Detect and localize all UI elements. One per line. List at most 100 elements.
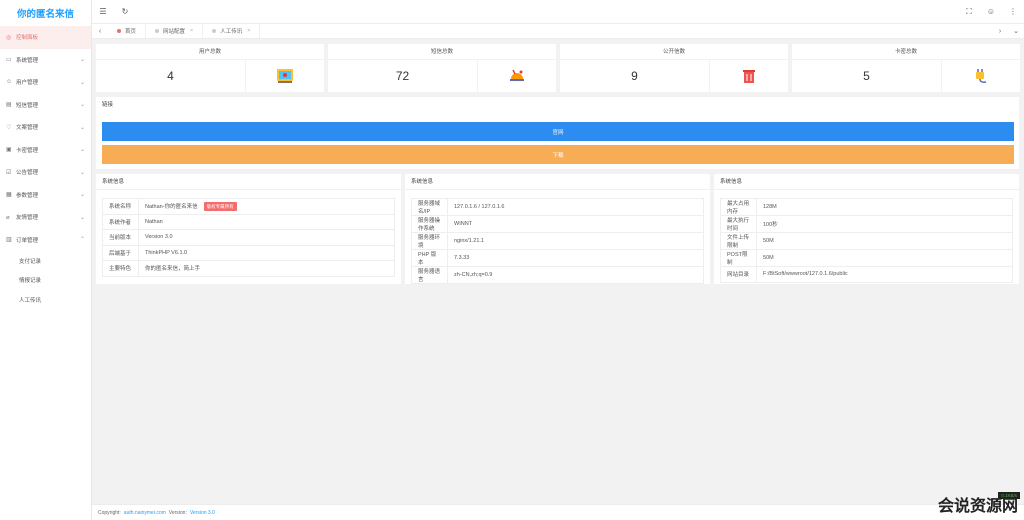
panel-title: 系统信息: [96, 174, 401, 190]
info-value: 127.0.1.6 / 127.0.1.6: [447, 198, 704, 216]
chevron-down-icon: ⌄: [79, 57, 85, 64]
tab-manual[interactable]: 人工传讯 ×: [203, 23, 261, 39]
sidebar-item-label: 参数管理: [16, 192, 39, 199]
panel-title: 链接: [102, 102, 114, 108]
close-icon[interactable]: ×: [190, 28, 193, 34]
info-key: 服务器域名/IP: [411, 198, 448, 216]
sidebar-item-label: 订单管理: [16, 237, 39, 244]
info-value: Nathan: [138, 213, 395, 230]
account-icon[interactable]: ☺: [980, 7, 1002, 16]
info-key: 文件上传限制: [720, 232, 757, 250]
sidebar-item-label: 卡密管理: [16, 147, 39, 154]
info-value: F:/BtSoft/wwwroot/127.0.1.6/public: [756, 266, 1013, 283]
monitor-icon: ▭: [6, 57, 12, 64]
top-bar: ☰ ↻ ⛶ ☺ ⋮: [92, 0, 1024, 24]
heart-icon: ♡: [6, 124, 12, 131]
info-value: 50M: [756, 249, 1013, 267]
table-row: 服务器语言 zh-CN,zh;q=0.9: [411, 266, 704, 284]
fullscreen-icon[interactable]: ⛶: [958, 7, 980, 17]
info-key: 系统名称: [102, 198, 139, 215]
tab-site-config[interactable]: 网站配置 ×: [146, 23, 204, 39]
table-row: 服务器操作系统 WINNT: [411, 215, 704, 233]
chevron-up-icon: ⌃: [79, 237, 85, 244]
table-row: 系统名称 Nathan-你的匿名来信 版权专属所有: [102, 198, 395, 215]
sidebar-item-sms[interactable]: ▤ 短信管理 ⌄: [0, 94, 91, 117]
info-value: zh-CN,zh;q=0.9: [447, 266, 704, 284]
tab-menu-chevron-icon[interactable]: ⌄: [1008, 27, 1024, 35]
menu-toggle-icon[interactable]: ☰: [92, 7, 114, 16]
info-key: 网站目录: [720, 266, 757, 283]
footer-copyright: Copyright: [98, 509, 120, 516]
info-key: 最大占用内存: [720, 198, 757, 216]
sidebar: 你的匿名来信 ◎ 控制面板 ▭ 系统管理 ⌄ ☺ 用户管理 ⌄ ▤ 短信管理 ⌄…: [0, 0, 92, 520]
tab-scroll-right-icon[interactable]: ›: [992, 28, 1008, 35]
refresh-icon[interactable]: ↻: [114, 7, 136, 16]
copyright-badge: 版权专属所有: [203, 202, 237, 211]
table-row: 最大占用内存 128M: [720, 198, 1013, 216]
info-key: 主要特色: [102, 260, 139, 277]
info-key: 最大执行时间: [720, 215, 757, 233]
chevron-down-icon: ⌄: [79, 169, 85, 176]
tab-home[interactable]: 首页: [108, 23, 147, 39]
chevron-down-icon: ⌄: [79, 147, 85, 154]
stat-title: 公开信数: [560, 44, 788, 60]
sidebar-item-orders[interactable]: ▥ 订单管理 ⌃: [0, 229, 91, 252]
download-button[interactable]: 下载: [102, 145, 1014, 164]
footer-version: Version 3.0: [189, 509, 215, 516]
sidebar-item-dashboard[interactable]: ◎ 控制面板: [0, 26, 91, 49]
system-info-panel: 系统信息 系统名称 Nathan-你的匿名来信 版权专属所有 系统作者 Nathan …: [96, 174, 401, 284]
dashboard-icon: ◎: [6, 34, 12, 41]
sidebar-item-friends[interactable]: ⌀ 友情管理 ⌄: [0, 206, 91, 229]
stat-title: 短信总数: [328, 44, 556, 60]
chevron-down-icon: ⌄: [79, 214, 85, 221]
info-key: 服务器操作系统: [411, 215, 448, 233]
sidebar-subitem-manual[interactable]: 人工传讯: [0, 290, 91, 310]
official-site-button[interactable]: 官网: [102, 122, 1014, 141]
info-value: 50M: [756, 232, 1013, 250]
sidebar-item-cards[interactable]: ▣ 卡密管理 ⌄: [0, 139, 91, 162]
table-row: 最大执行时间 100秒: [720, 215, 1013, 233]
chevron-down-icon: ⌄: [79, 79, 85, 86]
brand-title[interactable]: 你的匿名来信: [0, 0, 91, 26]
sidebar-item-label: 文案管理: [16, 125, 39, 132]
tab-label: 网站配置: [163, 29, 186, 35]
close-icon[interactable]: ×: [247, 28, 250, 34]
sidebar-item-copy[interactable]: ♡ 文案管理 ⌄: [0, 116, 91, 139]
sidebar-item-params[interactable]: ▦ 参数管理 ⌄: [0, 184, 91, 207]
footer-link[interactable]: auth.nainymei.com: [124, 510, 166, 516]
stat-value: 4: [96, 60, 246, 92]
sms-count-icon: [478, 60, 556, 92]
table-row: 主要特色 你的匿名来信，简上手: [102, 260, 395, 277]
order-icon: ▥: [6, 237, 12, 244]
sidebar-item-system[interactable]: ▭ 系统管理 ⌄: [0, 49, 91, 72]
info-table: 服务器域名/IP 127.0.1.6 / 127.0.1.6 服务器操作系统 WIN…: [411, 198, 704, 284]
sidebar-subitem-payments[interactable]: 支付记录: [0, 251, 91, 271]
tab-scroll-left-icon[interactable]: ‹: [92, 28, 108, 35]
active-dot-icon: [117, 29, 121, 33]
footer: Copyright: auth.nainymei.com Version: Ve…: [92, 504, 1024, 520]
stat-card-sms: 短信总数 72: [328, 44, 556, 92]
sidebar-item-users[interactable]: ☺ 用户管理 ⌄: [0, 71, 91, 94]
card-icon: ▣: [6, 147, 12, 154]
sidebar-item-label: 短信管理: [16, 102, 39, 109]
server-info-panel: 系统信息 服务器域名/IP 127.0.1.6 / 127.0.1.6 服务器操作…: [405, 174, 710, 284]
info-key: 后端基于: [102, 244, 139, 261]
tab-dot-icon: [212, 29, 217, 33]
stat-title: 卡密总数: [792, 44, 1020, 60]
sidebar-subitem-intel[interactable]: 情报记录: [0, 271, 91, 291]
table-row: 后端基于 ThinkPHP V6.1.0: [102, 244, 395, 261]
info-key: 当前版本: [102, 229, 139, 246]
info-value: 你的匿名来信，简上手: [138, 260, 395, 277]
table-row: 文件上传限制 50M: [720, 232, 1013, 250]
more-icon[interactable]: ⋮: [1002, 7, 1024, 16]
sidebar-item-label: 友情管理: [16, 215, 39, 222]
table-row: 网站目录 F:/BtSoft/wwwroot/127.0.1.6/public: [720, 266, 1013, 283]
info-key: 服务器环境: [411, 232, 448, 250]
trash-icon: [710, 60, 788, 92]
sidebar-item-notices[interactable]: ☑ 公告管理 ⌄: [0, 161, 91, 184]
footer-version-label: Version:: [168, 509, 187, 516]
stat-value: 9: [560, 60, 710, 92]
sidebar-item-label: 公告管理: [16, 170, 39, 177]
info-table: 最大占用内存 128M 最大执行时间 100秒 文件上传限制 50M POST限制 50…: [720, 198, 1013, 283]
info-value: WINNT: [447, 215, 704, 233]
